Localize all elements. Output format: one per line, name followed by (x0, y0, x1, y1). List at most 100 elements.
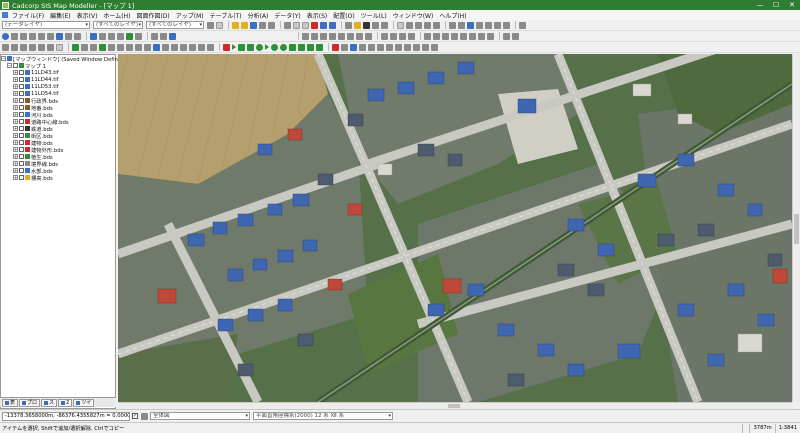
maximize-button[interactable]: ☐ (768, 0, 784, 10)
table-icon[interactable] (476, 21, 483, 29)
hatch-draw-icon[interactable] (422, 43, 429, 51)
dimension-icon[interactable] (431, 43, 438, 51)
menu-map[interactable]: アップ(M) (176, 11, 204, 20)
layer-visibility-checkbox[interactable] (19, 168, 24, 173)
arrow-icon[interactable] (372, 21, 379, 29)
green-diamond-icon[interactable] (289, 43, 296, 51)
menu-display[interactable]: 表示(S) (307, 11, 328, 20)
node-icon[interactable] (153, 43, 160, 51)
map-icon[interactable] (126, 32, 133, 40)
measure-icon[interactable] (99, 32, 106, 40)
layer-visibility-checkbox[interactable] (19, 161, 24, 166)
style-combo[interactable]: (すべてのレイヤ) ▾ (146, 21, 204, 29)
width-icon[interactable] (399, 32, 406, 40)
align-icon[interactable] (415, 21, 422, 29)
color-icon[interactable] (390, 32, 397, 40)
chamfer-icon[interactable] (386, 43, 393, 51)
tab-table[interactable]: 表 (2, 398, 19, 407)
print-icon[interactable] (259, 21, 266, 29)
mirror-icon[interactable] (198, 43, 205, 51)
line-style-icon[interactable] (320, 32, 327, 40)
split-icon[interactable] (460, 32, 467, 40)
save-icon[interactable] (250, 21, 257, 29)
menu-tools[interactable]: ツール(L) (361, 11, 387, 20)
tree-layer-item[interactable]: + 行政界.bds (1, 97, 115, 105)
tree-layer-item[interactable]: + 道路中心線.bds (1, 118, 115, 126)
layer-icon[interactable] (449, 21, 456, 29)
trim-icon[interactable] (359, 43, 366, 51)
locate-icon[interactable] (169, 32, 176, 40)
menu-layout[interactable]: 配置(O) (333, 11, 354, 20)
tree-layer-item[interactable]: + 地番.bds (1, 104, 115, 112)
fill-style-icon[interactable] (329, 32, 336, 40)
delete-icon[interactable] (311, 21, 318, 29)
union-icon[interactable] (478, 32, 485, 40)
collapse-icon[interactable]: − (1, 56, 6, 61)
expand-icon[interactable]: + (13, 70, 18, 75)
tree-layer-item[interactable]: +11LD43.tif (1, 69, 115, 76)
label-icon[interactable] (347, 32, 354, 40)
minimize-button[interactable]: — (752, 0, 768, 10)
remove-icon[interactable] (216, 21, 223, 29)
vertex-icon[interactable] (162, 43, 169, 51)
zoom-previous-icon[interactable] (38, 32, 45, 40)
layer-visibility-checkbox[interactable] (19, 77, 24, 82)
layer-visibility-checkbox[interactable] (19, 133, 24, 138)
green-diamond-icon[interactable] (316, 43, 323, 51)
tree-layer-item[interactable]: + 水部.bds (1, 167, 115, 175)
intersect-icon[interactable] (487, 32, 494, 40)
layer-visibility-checkbox[interactable] (19, 98, 24, 103)
paste-icon[interactable] (302, 21, 309, 29)
overlay-icon[interactable] (424, 32, 431, 40)
refresh-icon[interactable] (56, 32, 63, 40)
break-icon[interactable] (395, 43, 402, 51)
globe-icon[interactable] (2, 32, 9, 40)
hatch-icon[interactable] (356, 32, 363, 40)
clear-select-icon[interactable] (56, 43, 63, 51)
expand-icon[interactable]: + (13, 91, 18, 96)
green-dot-icon[interactable] (271, 43, 278, 51)
layer-combo[interactable]: (すべてのレイヤ) ▾ (93, 21, 143, 29)
bulb-icon[interactable] (354, 21, 361, 29)
import-icon[interactable] (503, 21, 510, 29)
grid-icon[interactable] (397, 21, 404, 29)
expand-icon[interactable]: + (13, 77, 18, 82)
home-icon[interactable] (90, 32, 97, 40)
lock-icon[interactable] (141, 412, 148, 420)
polyline-icon[interactable] (90, 43, 97, 51)
green-dot-icon[interactable] (280, 43, 287, 51)
zoom-out-icon[interactable] (20, 32, 27, 40)
menu-file[interactable]: ファイル(F) (12, 11, 44, 20)
circle-select-icon[interactable] (38, 43, 45, 51)
expand-icon[interactable]: + (13, 133, 18, 138)
text-draw-icon[interactable] (144, 43, 151, 51)
green-circle-icon[interactable] (256, 43, 263, 51)
map-checkbox[interactable] (13, 63, 18, 68)
info-icon[interactable] (117, 32, 124, 40)
circle-icon[interactable] (117, 43, 124, 51)
bookmark-icon[interactable] (135, 32, 142, 40)
menu-app-icon[interactable] (2, 12, 8, 18)
layer-visibility-checkbox[interactable] (19, 105, 24, 110)
green-square-icon[interactable] (238, 43, 245, 51)
curve-icon[interactable] (135, 43, 142, 51)
pan-icon[interactable] (65, 32, 72, 40)
horizontal-scroll-thumb[interactable] (448, 404, 460, 408)
copy-icon[interactable] (293, 21, 300, 29)
tab-properties[interactable]: プロ (19, 398, 41, 407)
query-icon[interactable] (467, 21, 474, 29)
text-icon[interactable] (302, 32, 309, 40)
scale-combo[interactable]: (データレイヤ) ▾ (2, 21, 90, 29)
export-icon[interactable] (494, 21, 501, 29)
play-icon[interactable] (265, 44, 269, 50)
expand-icon[interactable]: + (13, 154, 18, 159)
arrow-red-icon[interactable] (223, 43, 230, 51)
join-icon[interactable] (404, 43, 411, 51)
buffer-icon[interactable] (433, 32, 440, 40)
tree-layer-item[interactable]: + 建物外形.bds (1, 146, 115, 154)
polygon-select-icon[interactable] (29, 43, 36, 51)
properties-icon[interactable] (345, 21, 352, 29)
layer-visibility-checkbox[interactable] (19, 126, 24, 131)
tree-layer-item[interactable]: +11LD53.tif (1, 83, 115, 90)
network-icon[interactable] (512, 32, 519, 40)
